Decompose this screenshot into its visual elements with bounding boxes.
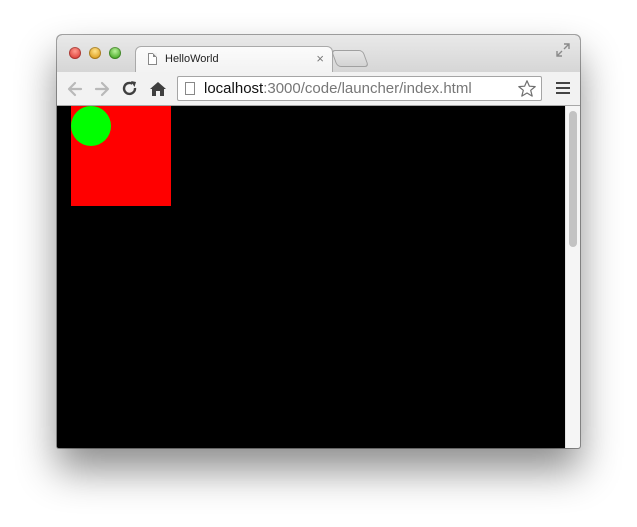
url-path: :3000/code/launcher/index.html xyxy=(263,80,472,97)
url-text[interactable]: localhost:3000/code/launcher/index.html xyxy=(204,80,472,97)
navigation-toolbar: localhost:3000/code/launcher/index.html xyxy=(57,72,580,106)
title-bar: HelloWorld × xyxy=(57,35,580,74)
back-arrow-icon xyxy=(67,81,83,97)
new-tab-button[interactable] xyxy=(330,50,370,67)
menu-line xyxy=(556,92,570,94)
home-button[interactable] xyxy=(148,79,168,99)
star-icon[interactable] xyxy=(517,79,537,99)
tab-close-icon[interactable]: × xyxy=(316,51,324,66)
url-host: localhost xyxy=(204,80,264,97)
green-circle xyxy=(71,106,111,146)
address-bar[interactable]: localhost:3000/code/launcher/index.html xyxy=(177,76,542,101)
forward-arrow-icon xyxy=(94,81,110,97)
document-icon xyxy=(148,53,157,65)
page-viewport xyxy=(57,106,565,448)
home-icon xyxy=(150,82,166,96)
window-maximize-button[interactable] xyxy=(109,47,121,59)
browser-window: HelloWorld × localhost:3000/code/launche… xyxy=(57,35,580,448)
tab-title: HelloWorld xyxy=(165,53,219,65)
window-close-button[interactable] xyxy=(69,47,81,59)
menu-line xyxy=(556,82,570,84)
reload-button[interactable] xyxy=(120,79,140,99)
back-button[interactable] xyxy=(65,79,85,99)
window-minimize-button[interactable] xyxy=(89,47,101,59)
hamburger-menu-icon[interactable] xyxy=(556,82,570,96)
document-icon xyxy=(185,82,195,95)
menu-line xyxy=(556,87,570,89)
fullscreen-icon[interactable] xyxy=(556,43,570,57)
vertical-scrollbar[interactable] xyxy=(565,106,580,448)
tab-helloworld[interactable]: HelloWorld × xyxy=(135,46,333,74)
reload-icon xyxy=(122,81,137,96)
scrollbar-thumb[interactable] xyxy=(569,111,577,247)
forward-button[interactable] xyxy=(92,79,112,99)
